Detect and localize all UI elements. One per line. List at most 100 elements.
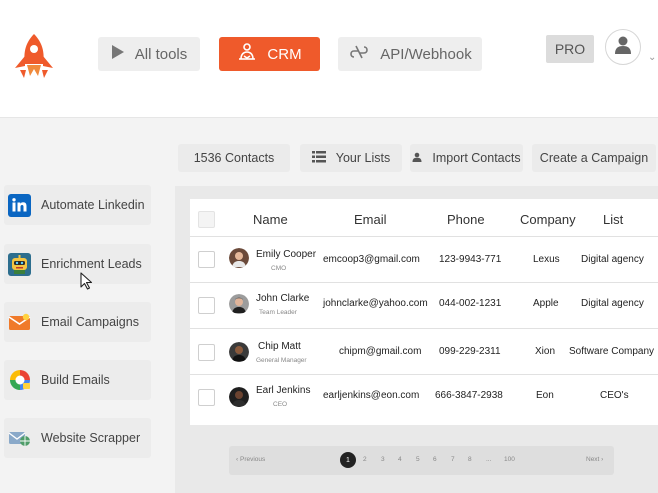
- avatar: [229, 294, 249, 314]
- contact-email[interactable]: johnclarke@yahoo.com: [323, 298, 428, 309]
- top-bar: All tools CRM API/Webhook PRO ⌄: [0, 0, 658, 118]
- avatar: [229, 387, 249, 407]
- contact-company: Eon: [536, 390, 554, 401]
- contact-phone: 044-002-1231: [439, 298, 502, 309]
- contact-company: Apple: [533, 298, 559, 309]
- contact-phone: 666-3847-2938: [435, 390, 503, 401]
- pagination: ‹ Previous 1 2 3 4 5 6 7 8 ... 100 Next …: [229, 446, 614, 475]
- row-checkbox[interactable]: [198, 297, 215, 314]
- list-icon: [311, 150, 326, 166]
- contact-list[interactable]: Digital agency: [581, 298, 644, 309]
- page-4-button[interactable]: 4: [398, 456, 402, 463]
- import-contacts-button[interactable]: Import Contacts: [410, 144, 523, 172]
- previous-page-button[interactable]: ‹ Previous: [236, 456, 265, 463]
- next-page-button[interactable]: Next ›: [586, 456, 603, 463]
- sidebar-item-email-campaigns[interactable]: Email Campaigns: [4, 302, 151, 342]
- contact-phone: 099-229-2311: [439, 346, 501, 357]
- sidebar-item-automate-linkedin[interactable]: Automate Linkedin: [4, 185, 151, 225]
- mouse-cursor-icon: [80, 272, 94, 295]
- contact-name[interactable]: John Clarke: [256, 293, 309, 304]
- column-header-name[interactable]: Name: [253, 212, 288, 227]
- contact-list[interactable]: Software Company: [569, 346, 654, 357]
- create-campaign-label: Create a Campaign: [539, 151, 649, 165]
- user-lotus-icon: [237, 42, 257, 66]
- row-checkbox[interactable]: [198, 389, 215, 406]
- sidebar-item-label: Website Scrapper: [41, 431, 141, 445]
- table-row[interactable]: Emily Cooper CMO emcoop3@gmail.com 123-9…: [190, 236, 658, 282]
- chevron-down-icon[interactable]: ⌄: [648, 52, 656, 63]
- row-checkbox[interactable]: [198, 251, 215, 268]
- column-header-list[interactable]: List: [603, 212, 623, 227]
- contact-company: Xion: [535, 346, 556, 357]
- user-avatar-button[interactable]: [605, 29, 641, 65]
- sidebar-item-label: Automate Linkedin: [41, 198, 145, 212]
- webhook-icon: [348, 43, 370, 65]
- sidebar-item-enrichment-leads[interactable]: Enrichment Leads: [4, 244, 151, 284]
- sidebar-item-label: Build Emails: [41, 373, 110, 387]
- play-triangle-icon: [111, 44, 125, 64]
- page-6-button[interactable]: 6: [433, 456, 437, 463]
- contact-name[interactable]: Chip Matt: [258, 341, 301, 352]
- sidebar-item-label: Email Campaigns: [41, 315, 139, 329]
- table-header-row: Name Email Phone Company List: [190, 199, 658, 239]
- row-checkbox[interactable]: [198, 344, 215, 361]
- contact-title: CMO: [271, 265, 287, 272]
- table-row[interactable]: Chip Matt General Manager chipm@gmail.co…: [190, 328, 658, 374]
- your-lists-label: Your Lists: [335, 151, 391, 165]
- nav-api-webhook-label: API/Webhook: [380, 45, 472, 63]
- contacts-count-label: 1536 Contacts: [193, 151, 275, 165]
- page-ellipsis: ...: [486, 456, 492, 463]
- contact-title: Team Leader: [259, 309, 297, 316]
- create-campaign-button[interactable]: Create a Campaign: [532, 144, 656, 172]
- page-5-button[interactable]: 5: [416, 456, 420, 463]
- rocket-logo-icon[interactable]: [12, 32, 56, 80]
- web-mail-icon: [8, 427, 31, 450]
- sidebar-item-website-scrapper[interactable]: Website Scrapper: [4, 418, 151, 458]
- nav-api-webhook-button[interactable]: API/Webhook: [338, 37, 482, 71]
- your-lists-button[interactable]: Your Lists: [300, 144, 402, 172]
- robot-icon: [8, 252, 31, 276]
- column-header-email[interactable]: Email: [354, 212, 387, 227]
- column-header-phone[interactable]: Phone: [447, 212, 485, 227]
- import-person-icon: [412, 151, 422, 165]
- contact-phone: 123-9943-771: [439, 254, 502, 265]
- table-row[interactable]: Earl Jenkins CEO earljenkins@eon.com 666…: [190, 374, 658, 420]
- contacts-count-button[interactable]: 1536 Contacts: [178, 144, 290, 172]
- page-7-button[interactable]: 7: [451, 456, 455, 463]
- contact-email[interactable]: earljenkins@eon.com: [323, 390, 419, 401]
- page-100-button[interactable]: 100: [504, 456, 515, 463]
- nav-crm-label: CRM: [267, 45, 302, 63]
- nav-crm-button[interactable]: CRM: [219, 37, 320, 71]
- pro-badge[interactable]: PRO: [546, 35, 594, 63]
- contact-title: CEO: [273, 401, 288, 408]
- email-builder-icon: [8, 369, 31, 392]
- linkedin-icon: [8, 193, 31, 217]
- contact-company: Lexus: [533, 254, 560, 265]
- previous-label: Previous: [239, 456, 266, 463]
- contact-list[interactable]: CEO's: [600, 390, 629, 401]
- nav-all-tools-label: All tools: [134, 45, 188, 63]
- avatar: [229, 342, 249, 362]
- page-2-button[interactable]: 2: [363, 456, 367, 463]
- contact-name[interactable]: Earl Jenkins: [256, 385, 310, 396]
- contacts-table: Name Email Phone Company List Emily Coop…: [190, 199, 658, 425]
- next-label: Next: [586, 456, 600, 463]
- select-all-checkbox[interactable]: [198, 211, 215, 228]
- contact-email[interactable]: chipm@gmail.com: [339, 346, 421, 357]
- contact-title: General Manager: [256, 357, 307, 364]
- envelope-icon: [8, 311, 31, 334]
- contact-email[interactable]: emcoop3@gmail.com: [323, 254, 420, 265]
- sidebar-item-build-emails[interactable]: Build Emails: [4, 360, 151, 400]
- sidebar-item-label: Enrichment Leads: [41, 257, 142, 271]
- table-row[interactable]: John Clarke Team Leader johnclarke@yahoo…: [190, 282, 658, 328]
- nav-all-tools-button[interactable]: All tools: [98, 37, 200, 71]
- column-header-company[interactable]: Company: [520, 212, 576, 227]
- import-contacts-label: Import Contacts: [432, 151, 521, 165]
- page-8-button[interactable]: 8: [468, 456, 472, 463]
- contact-list[interactable]: Digital agency: [581, 254, 644, 265]
- avatar: [229, 248, 249, 268]
- page-1-button[interactable]: 1: [340, 452, 356, 468]
- page-3-button[interactable]: 3: [381, 456, 385, 463]
- contact-name[interactable]: Emily Cooper: [256, 249, 316, 260]
- user-icon: [614, 35, 632, 60]
